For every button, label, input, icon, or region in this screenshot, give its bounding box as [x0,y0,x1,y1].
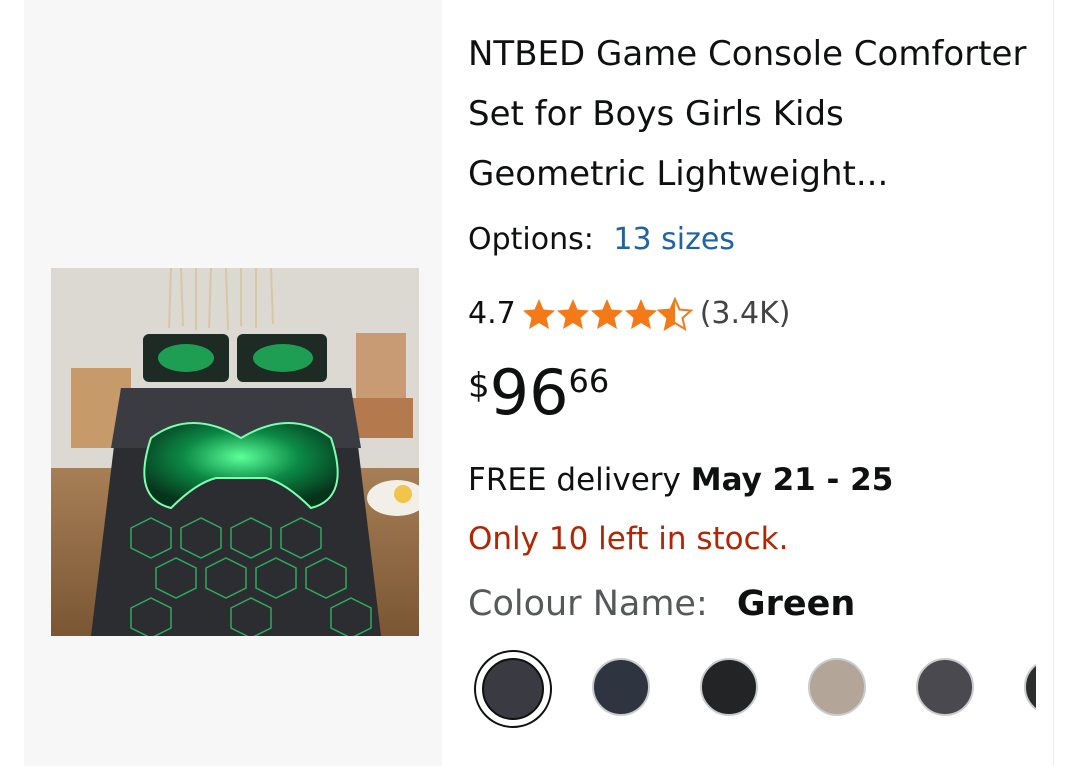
rating-stars [522,296,694,331]
price: $ 96 66 [468,358,609,428]
price-fraction: 66 [568,362,610,400]
star-icon [624,298,657,329]
colour-swatch[interactable] [700,658,758,716]
options-row: Options: 13 sizes [468,222,735,257]
colour-swatch[interactable] [474,650,552,728]
delivery-prefix: FREE delivery [468,462,681,498]
rating-count[interactable]: (3.4K) [700,296,791,331]
colour-swatch[interactable] [916,658,974,716]
colour-swatch[interactable] [808,658,866,716]
star-icon [556,298,589,329]
colour-value: Green [736,584,856,624]
star-icons [522,296,694,331]
star-icon [522,298,555,329]
price-currency: $ [468,366,490,406]
delivery-info: FREE delivery May 21 - 25 [468,462,893,498]
options-sizes-link[interactable]: 13 sizes [613,222,735,257]
colour-swatches [474,650,1036,730]
stock-message: Only 10 left in stock. [468,521,789,557]
colour-swatch-fill [482,658,544,720]
product-image[interactable] [51,268,419,636]
options-label: Options: [468,222,594,257]
comforter-illustration [51,268,419,636]
star-icon [590,298,623,329]
product-title[interactable]: NTBED Game Console Comforter Set for Boy… [468,24,1028,204]
delivery-dates: May 21 - 25 [690,462,894,498]
card-border [1053,0,1054,766]
colour-label: Colour Name: [468,584,708,624]
product-title-text[interactable]: NTBED Game Console Comforter Set for Boy… [468,24,1028,204]
rating-value: 4.7 [468,296,516,331]
colour-swatch[interactable] [1024,658,1036,716]
colour-swatch[interactable] [592,658,650,716]
rating-row[interactable]: 4.7 (3.4K) [468,296,791,331]
colour-row: Colour Name: Green [468,584,855,624]
price-whole: 96 [489,356,569,429]
